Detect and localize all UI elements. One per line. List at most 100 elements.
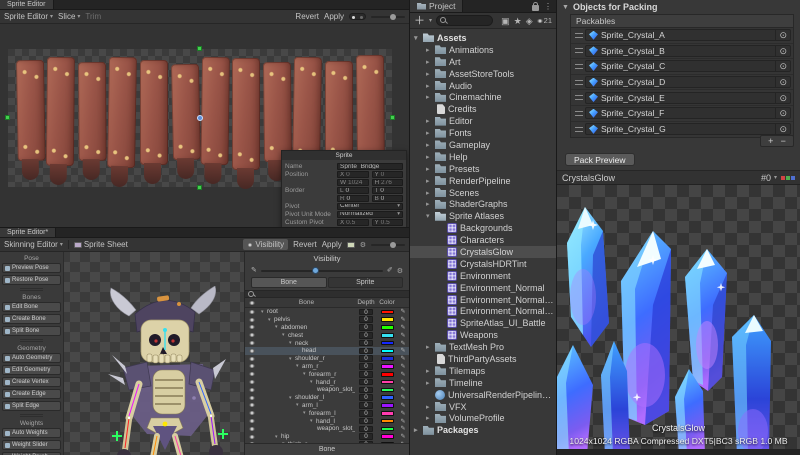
foldout-arrow-icon[interactable]: ▼ <box>562 4 569 11</box>
bone-search-field[interactable] <box>245 290 409 298</box>
object-picker-icon[interactable]: ⊙ <box>775 30 787 40</box>
tool-button[interactable]: Edit Bone <box>2 302 61 312</box>
expand-arrow-icon[interactable] <box>426 58 435 66</box>
tab-sprite-editor[interactable]: Sprite Editor <box>0 0 54 9</box>
tab-sprite[interactable]: Sprite <box>328 277 404 288</box>
bone-row[interactable]: forearm_l 0 ✎ <box>245 409 409 417</box>
objects-for-packing-header[interactable]: ▼ Objects for Packing <box>557 0 800 14</box>
expand-arrow-icon[interactable] <box>426 153 435 161</box>
project-tree-item[interactable]: Editor <box>410 115 556 127</box>
tool-button[interactable]: Create Bone <box>2 314 61 324</box>
tool-button[interactable]: Create Vertex <box>2 377 61 387</box>
visibility-eye-icon[interactable] <box>249 411 255 415</box>
bone-row[interactable]: abdomen 0 ✎ <box>245 324 409 332</box>
sprite-name-field[interactable]: Sprite_Bridge <box>337 163 403 170</box>
drag-handle-icon[interactable] <box>575 64 583 69</box>
bone-row[interactable]: hand_r 0 ✎ <box>245 378 409 386</box>
project-tree-item[interactable]: ShaderGraphs <box>410 198 556 210</box>
object-picker-icon[interactable]: ⊙ <box>775 77 787 87</box>
project-tree-item[interactable]: CrystalsHDRTint <box>410 258 556 270</box>
color-picker-icon[interactable]: ✎ <box>397 425 409 432</box>
sprite-editor-mode-dropdown[interactable]: Sprite Editor▾ <box>4 12 53 21</box>
packable-row[interactable]: Sprite_Crystal_C ⊙ <box>571 59 793 75</box>
resize-handle-left[interactable] <box>5 115 10 120</box>
project-tree-item[interactable]: Audio <box>410 80 556 92</box>
expand-arrow-icon[interactable] <box>426 379 435 387</box>
depth-field[interactable]: 0 <box>359 418 373 425</box>
packable-object-field[interactable]: Sprite_Crystal_G ⊙ <box>585 123 791 135</box>
expand-arrow-icon[interactable] <box>426 189 435 197</box>
project-tree-item[interactable]: Tilemaps <box>410 365 556 377</box>
border-r-field[interactable]: R 0 <box>337 195 369 202</box>
bone-color-swatch[interactable] <box>381 372 394 377</box>
expand-arrow-icon[interactable] <box>426 70 435 78</box>
column-bone[interactable]: Bone <box>258 299 355 306</box>
color-picker-icon[interactable]: ✎ <box>397 379 409 386</box>
bone-color-swatch[interactable] <box>381 333 394 338</box>
section-grip[interactable] <box>20 414 43 417</box>
zoom-slider-thumb[interactable] <box>390 14 396 20</box>
bone-color-swatch[interactable] <box>381 356 394 361</box>
eyedropper-icon[interactable]: ✐ <box>387 266 393 276</box>
tool-button[interactable]: Split Edge <box>2 401 61 411</box>
resize-handle-bottom[interactable] <box>197 185 202 190</box>
expand-arrow-icon[interactable] <box>426 141 435 149</box>
color-picker-icon[interactable]: ✎ <box>397 347 409 354</box>
expand-arrow-icon[interactable] <box>426 200 435 208</box>
visibility-eye-icon[interactable] <box>249 341 255 345</box>
remove-packable-button[interactable]: − <box>781 136 786 146</box>
bone-row[interactable]: chest 0 ✎ <box>245 331 409 339</box>
image-icon[interactable] <box>347 242 355 248</box>
color-picker-icon[interactable]: ✎ <box>397 324 409 331</box>
visibility-eye-icon[interactable] <box>249 396 255 400</box>
project-tree-item[interactable]: Packages <box>410 424 556 436</box>
project-tree-item[interactable]: Environment_Normal <box>410 282 556 294</box>
tool-button[interactable]: Weight Slider <box>2 440 61 450</box>
bone-color-swatch[interactable] <box>381 341 394 346</box>
color-picker-icon[interactable]: ✎ <box>397 355 409 362</box>
skinning-zoom-slider[interactable] <box>371 244 405 246</box>
bone-color-swatch[interactable] <box>381 434 394 439</box>
packable-object-field[interactable]: Sprite_Crystal_D ⊙ <box>585 76 791 88</box>
chevron-down-icon[interactable]: ▾ <box>429 17 432 24</box>
project-tree-item[interactable]: Art <box>410 56 556 68</box>
tool-button[interactable]: Auto Weights <box>2 428 61 438</box>
kebab-menu-icon[interactable]: ⋮ <box>544 2 552 11</box>
visibility-eye-icon[interactable] <box>249 419 255 423</box>
packable-row[interactable]: Sprite_Crystal_F ⊙ <box>571 106 793 122</box>
bone-color-swatch[interactable] <box>381 388 394 393</box>
expand-arrow-icon[interactable] <box>426 82 435 90</box>
project-tree-item[interactable]: VolumeProfile <box>410 413 556 425</box>
custom-pivot-y-field[interactable]: Y 0.5 <box>372 219 404 226</box>
project-tree-item[interactable]: TextMesh Pro <box>410 341 556 353</box>
project-tree-item[interactable]: Environment_Normal_Mask <box>410 294 556 306</box>
expand-arrow-icon[interactable] <box>414 426 423 434</box>
project-tree-item[interactable]: Environment_Normal_Mask <box>410 305 556 317</box>
tool-button[interactable]: Split Bone <box>2 326 61 336</box>
project-search-input[interactable] <box>436 15 493 26</box>
project-tree-item[interactable]: Backgrounds <box>410 222 556 234</box>
pivot-dropdown[interactable]: Center▾ <box>337 203 403 210</box>
bone-row[interactable]: arm_l 0 ✎ <box>245 402 409 410</box>
skinning-zoom-thumb[interactable] <box>390 242 396 248</box>
color-picker-icon[interactable]: ✎ <box>397 410 409 417</box>
drag-handle-icon[interactable] <box>575 33 583 38</box>
section-grip[interactable] <box>20 339 43 342</box>
expand-arrow-icon[interactable] <box>426 117 435 125</box>
apply-button[interactable]: Apply <box>324 12 344 21</box>
visibility-eye-icon[interactable] <box>249 388 255 392</box>
color-picker-icon[interactable]: ✎ <box>397 418 409 425</box>
tab-sprite-editor-modified[interactable]: Sprite Editor* <box>0 228 56 237</box>
bone-row[interactable]: arm_r 0 ✎ <box>245 363 409 371</box>
packable-object-field[interactable]: Sprite_Crystal_E ⊙ <box>585 92 791 104</box>
expand-arrow-icon[interactable] <box>426 129 435 137</box>
object-picker-icon[interactable]: ⊙ <box>775 124 787 134</box>
revert-button[interactable]: Revert <box>295 12 319 21</box>
sprite-sheet-button[interactable]: Sprite Sheet <box>74 240 128 249</box>
search-by-label-icon[interactable]: ◈ <box>526 16 533 26</box>
color-picker-icon[interactable]: ✎ <box>397 402 409 409</box>
color-picker-icon[interactable]: ✎ <box>397 371 409 378</box>
visibility-eye-icon[interactable] <box>249 325 255 329</box>
depth-field[interactable]: 0 <box>359 332 373 339</box>
expand-arrow-icon[interactable] <box>426 165 435 173</box>
